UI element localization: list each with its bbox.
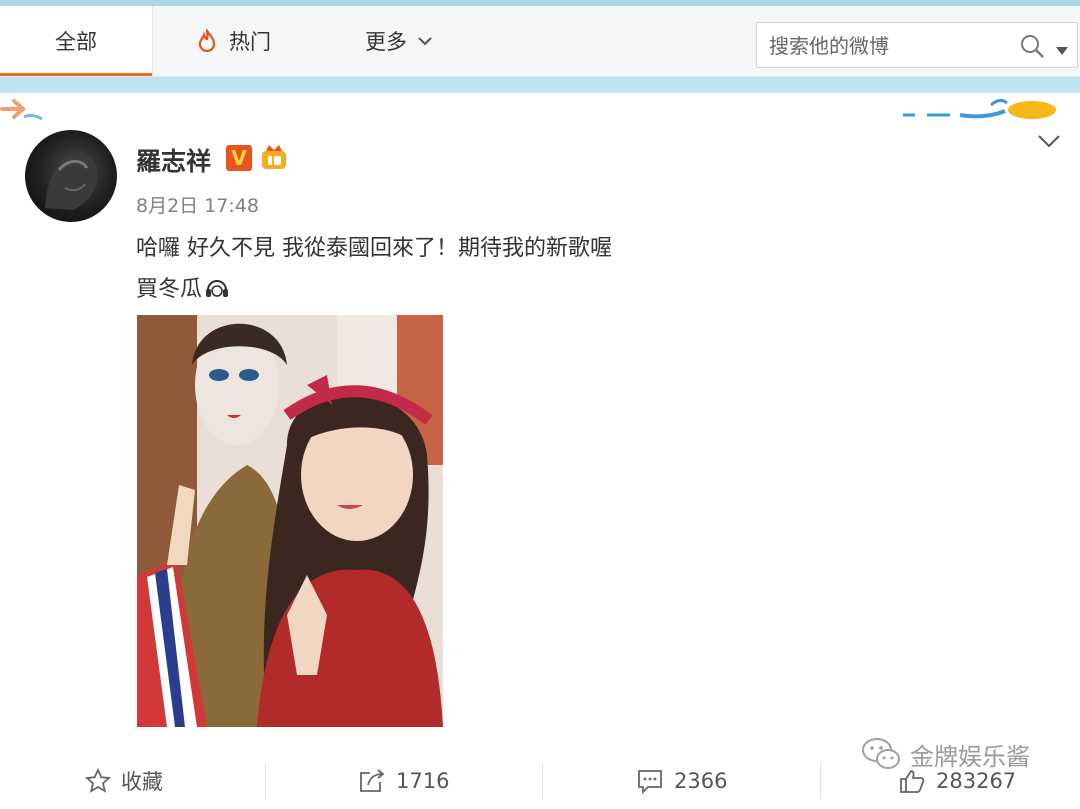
- comment-count: 2366: [674, 769, 728, 793]
- post-text-line2-row: 買冬瓜: [136, 271, 230, 303]
- blue-divider-strip: [0, 77, 1080, 93]
- avatar[interactable]: [25, 130, 117, 222]
- search-input[interactable]: [767, 23, 1011, 69]
- search-dropdown-icon[interactable]: [1055, 41, 1069, 60]
- author-name[interactable]: 羅志祥: [136, 142, 211, 178]
- favorite-button[interactable]: 收藏: [85, 753, 163, 809]
- action-divider: [820, 763, 821, 799]
- post-text-line2: 買冬瓜: [136, 277, 203, 302]
- headphone-emoji-icon: [204, 274, 230, 300]
- search-icon[interactable]: [1019, 33, 1045, 63]
- post-timestamp[interactable]: 8月2日 17:48: [136, 191, 259, 218]
- chevron-down-icon: [417, 35, 433, 47]
- tab-hot-label: 热门: [229, 30, 271, 54]
- repost-icon: [360, 769, 385, 792]
- arrow-doodle-icon: [0, 99, 43, 121]
- search-box: [756, 22, 1078, 69]
- watermark-text: 金牌娱乐酱: [910, 742, 1030, 771]
- tab-hot[interactable]: 热门: [197, 6, 271, 76]
- chevron-down-icon[interactable]: [1036, 133, 1062, 149]
- profile-tab-bar: 全部 热门 更多: [0, 6, 1080, 77]
- comment-button[interactable]: 2366: [636, 753, 727, 809]
- post-text-line1: 哈囉 好久不見 我從泰國回來了！期待我的新歌喔: [136, 236, 612, 261]
- verified-v-icon: V: [226, 145, 252, 171]
- tab-all[interactable]: 全部: [0, 6, 153, 76]
- action-divider: [265, 763, 266, 799]
- star-icon: [85, 768, 111, 793]
- action-divider: [542, 763, 543, 799]
- repost-button[interactable]: 1716: [358, 753, 449, 809]
- watermark: 金牌娱乐酱: [860, 735, 1030, 773]
- tab-all-label: 全部: [55, 30, 97, 54]
- weibo-post-card: 羅志祥 V 8月2日 17:48 哈囉 好久不見 我從泰國回來了！期待我的新歌喔…: [0, 93, 1080, 809]
- post-photo[interactable]: [137, 315, 443, 727]
- flame-icon: [197, 29, 217, 53]
- tab-more-label: 更多: [365, 30, 407, 54]
- comment-icon: [638, 770, 662, 794]
- crown-badge-icon: [262, 145, 286, 169]
- boat-doodle-icon: [903, 98, 1056, 119]
- wechat-icon: [862, 738, 900, 769]
- tab-more[interactable]: 更多: [365, 6, 433, 76]
- repost-count: 1716: [396, 769, 450, 793]
- favorite-label: 收藏: [121, 770, 163, 794]
- active-tab-underline: [0, 73, 152, 76]
